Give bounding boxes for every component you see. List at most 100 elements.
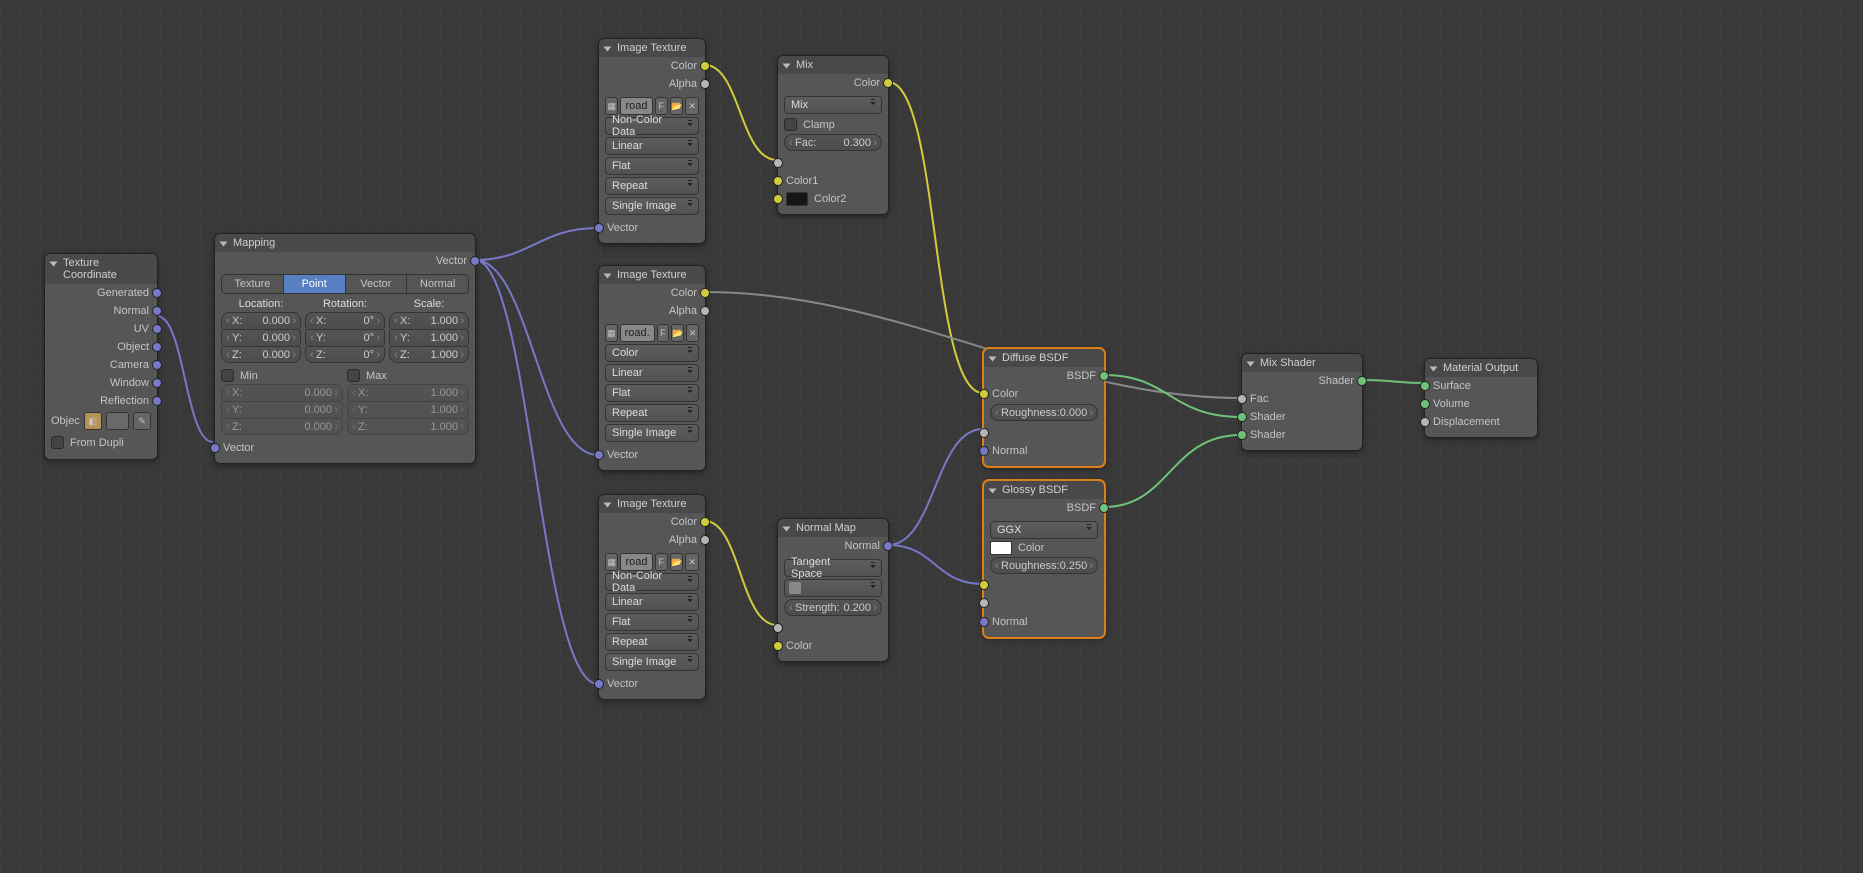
node-normal-map[interactable]: Normal Map Normal Tangent Space Strength… [777,518,889,662]
space-dropdown[interactable]: Tangent Space [784,559,882,577]
input-volume[interactable]: Volume [1433,398,1470,410]
min-x[interactable]: X:0.000 [221,384,343,401]
blend-mode-dropdown[interactable]: Mix [784,96,882,114]
source-dropdown[interactable]: Single Image [605,653,699,671]
input-normal[interactable]: Normal [992,445,1027,457]
max-checkbox[interactable]: Max [347,367,469,384]
input-shader-2[interactable]: Shader [1250,429,1285,441]
input-displacement[interactable]: Displacement [1433,416,1500,428]
node-material-output[interactable]: Material Output Surface Volume Displacem… [1424,358,1538,438]
scl-x[interactable]: X:1.000 [389,312,469,329]
node-header[interactable]: Mix [778,56,888,74]
eyedropper-icon[interactable]: ✎ [133,412,151,430]
output-window[interactable]: Window [110,377,149,389]
from-dupli-checkbox[interactable]: From Dupli [51,434,151,451]
unlink-image-icon[interactable]: ✕ [685,553,698,571]
max-y[interactable]: Y:1.000 [347,401,469,418]
output-normal[interactable]: Normal [845,540,880,552]
color-space-dropdown[interactable]: Non-Color Data [605,117,699,135]
input-normal[interactable]: Normal [992,616,1027,628]
tab-texture[interactable]: Texture [222,275,284,293]
node-header[interactable]: Diffuse BSDF [984,349,1104,367]
output-camera[interactable]: Camera [110,359,149,371]
node-diffuse-bsdf[interactable]: Diffuse BSDF BSDF Color Roughness:0.000 … [983,348,1105,467]
interpolation-dropdown[interactable]: Linear [605,593,699,611]
node-header[interactable]: Texture Coordinate [45,254,157,284]
scl-y[interactable]: Y:1.000 [389,329,469,346]
node-image-texture-3[interactable]: Image Texture Color Alpha ▦ road F 📂 ✕ N… [598,494,706,700]
output-alpha[interactable]: Alpha [669,305,697,317]
input-vector[interactable]: Vector [607,222,638,234]
rot-z[interactable]: Z:0° [305,346,385,363]
extension-dropdown[interactable]: Repeat [605,404,699,422]
image-browse-icon[interactable]: ▦ [605,97,618,115]
clamp-checkbox[interactable]: Clamp [784,116,882,133]
projection-dropdown[interactable]: Flat [605,613,699,631]
roughness-field[interactable]: Roughness:0.000 [990,404,1098,421]
loc-y[interactable]: Y:0.000 [221,329,301,346]
node-mix-shader[interactable]: Mix Shader Shader Fac Shader Shader [1241,353,1363,451]
color-space-dropdown[interactable]: Color [605,344,699,362]
input-color[interactable]: Color [786,640,812,652]
input-shader-1[interactable]: Shader [1250,411,1285,423]
min-y[interactable]: Y:0.000 [221,401,343,418]
node-header[interactable]: Image Texture [599,495,705,513]
node-mix-rgb[interactable]: Mix Color Mix Clamp Fac:0.300 Color1 Col… [777,55,889,215]
node-mapping[interactable]: Mapping Vector Texture Point Vector Norm… [214,233,476,464]
output-color[interactable]: Color [671,516,697,528]
input-color[interactable]: Color [992,388,1018,400]
output-color[interactable]: Color [671,60,697,72]
object-icon[interactable]: ◧ [84,412,102,430]
max-x[interactable]: X:1.000 [347,384,469,401]
input-surface[interactable]: Surface [1433,380,1471,392]
input-vector[interactable]: Vector [607,449,638,461]
output-alpha[interactable]: Alpha [669,534,697,546]
image-browse-icon[interactable]: ▦ [605,553,618,571]
node-header[interactable]: Image Texture [599,266,705,284]
unlink-image-icon[interactable]: ✕ [685,97,698,115]
output-bsdf[interactable]: BSDF [1067,370,1096,382]
tab-normal[interactable]: Normal [407,275,468,293]
min-checkbox[interactable]: Min [221,367,343,384]
image-name-field[interactable]: road [620,97,652,115]
output-normal[interactable]: Normal [114,305,149,317]
uvmap-dropdown[interactable] [784,579,882,597]
input-fac[interactable]: Fac [1250,393,1268,405]
output-bsdf[interactable]: BSDF [1067,502,1096,514]
output-color[interactable]: Color [854,77,880,89]
source-dropdown[interactable]: Single Image [605,424,699,442]
roughness-field[interactable]: Roughness:0.250 [990,557,1098,574]
input-color1[interactable]: Color1 [786,175,818,187]
input-vector[interactable]: Vector [223,442,254,454]
output-color[interactable]: Color [671,287,697,299]
fac-field[interactable]: Fac:0.300 [784,134,882,151]
node-image-texture-1[interactable]: Image Texture Color Alpha ▦ road F 📂 ✕ N… [598,38,706,244]
output-generated[interactable]: Generated [97,287,149,299]
open-image-icon[interactable]: 📂 [670,97,683,115]
rot-y[interactable]: Y:0° [305,329,385,346]
loc-z[interactable]: Z:0.000 [221,346,301,363]
tab-point[interactable]: Point [284,275,346,293]
source-dropdown[interactable]: Single Image [605,197,699,215]
scl-z[interactable]: Z:1.000 [389,346,469,363]
unlink-image-icon[interactable]: ✕ [686,324,699,342]
projection-dropdown[interactable]: Flat [605,384,699,402]
loc-x[interactable]: X:0.000 [221,312,301,329]
distribution-dropdown[interactable]: GGX [990,521,1098,539]
output-reflection[interactable]: Reflection [100,395,149,407]
rot-x[interactable]: X:0° [305,312,385,329]
interpolation-dropdown[interactable]: Linear [605,364,699,382]
strength-field[interactable]: Strength:0.200 [784,599,882,616]
object-field[interactable] [106,412,129,430]
image-browse-icon[interactable]: ▦ [605,324,618,342]
node-header[interactable]: Normal Map [778,519,888,537]
color-swatch[interactable] [990,541,1012,555]
output-shader[interactable]: Shader [1319,375,1354,387]
projection-dropdown[interactable]: Flat [605,157,699,175]
input-color2[interactable]: Color2 [814,193,846,205]
image-name-field[interactable]: road. [620,324,655,342]
node-header[interactable]: Image Texture [599,39,705,57]
color2-swatch[interactable] [786,192,808,206]
fake-user-button[interactable]: F [655,553,668,571]
tab-vector[interactable]: Vector [346,275,408,293]
